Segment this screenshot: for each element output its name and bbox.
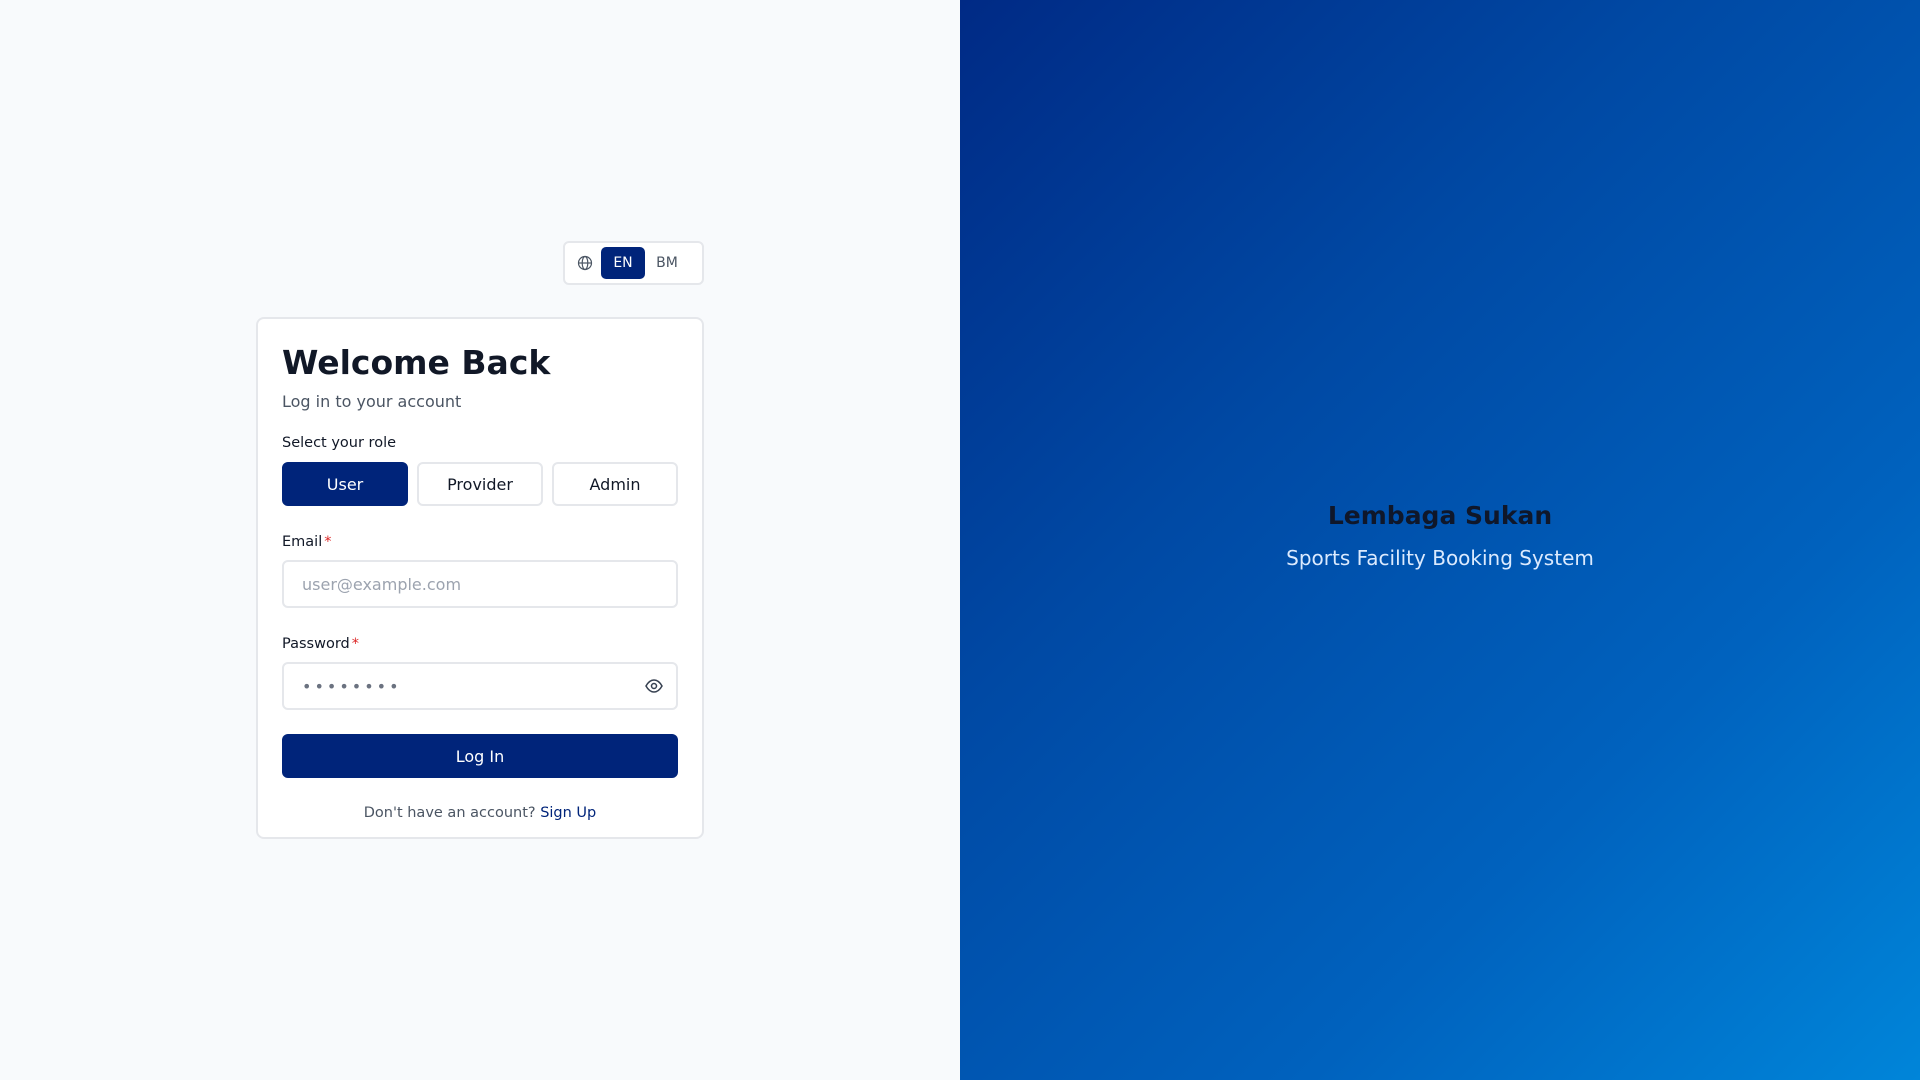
login-pane: EN BM Welcome Back Log in to your accoun… (0, 0, 960, 1080)
login-card: Welcome Back Log in to your account Sele… (256, 317, 704, 839)
brand-subtitle: Sports Facility Booking System (1286, 546, 1594, 570)
brand-pane: Lembaga Sukan Sports Facility Booking Sy… (960, 0, 1920, 1080)
role-user-button[interactable]: User (282, 462, 408, 506)
email-label-text: Email (282, 534, 323, 550)
password-required-mark: * (351, 636, 359, 652)
language-bm-button[interactable]: BM (645, 247, 689, 279)
password-label: Password * (282, 634, 678, 654)
language-en-button[interactable]: EN (601, 247, 645, 279)
role-provider-button[interactable]: Provider (417, 462, 543, 506)
password-field[interactable] (282, 662, 678, 710)
email-field-wrapper (282, 560, 678, 608)
role-admin-button[interactable]: Admin (552, 462, 678, 506)
role-selector: User Provider Admin (282, 462, 678, 506)
login-button[interactable]: Log In (282, 734, 678, 778)
email-required-mark: * (324, 534, 332, 550)
password-label-text: Password (282, 636, 350, 652)
role-label: Select your role (282, 435, 397, 451)
brand-block: Lembaga Sukan Sports Facility Booking Sy… (960, 498, 1920, 572)
page-subtitle: Log in to your account (282, 392, 462, 411)
signup-link[interactable]: Sign Up (540, 805, 596, 821)
eye-icon[interactable] (644, 676, 664, 696)
email-label: Email * (282, 532, 678, 552)
signup-prompt: Don't have an account? (363, 805, 536, 821)
page-title: Welcome Back (282, 343, 551, 382)
language-switcher: EN BM (563, 241, 704, 285)
brand-title: Lembaga Sukan (1327, 501, 1553, 530)
email-field[interactable] (282, 560, 678, 608)
globe-icon (577, 255, 593, 271)
password-field-wrapper (282, 662, 678, 710)
signup-row: Don't have an account? Sign Up (282, 803, 678, 823)
